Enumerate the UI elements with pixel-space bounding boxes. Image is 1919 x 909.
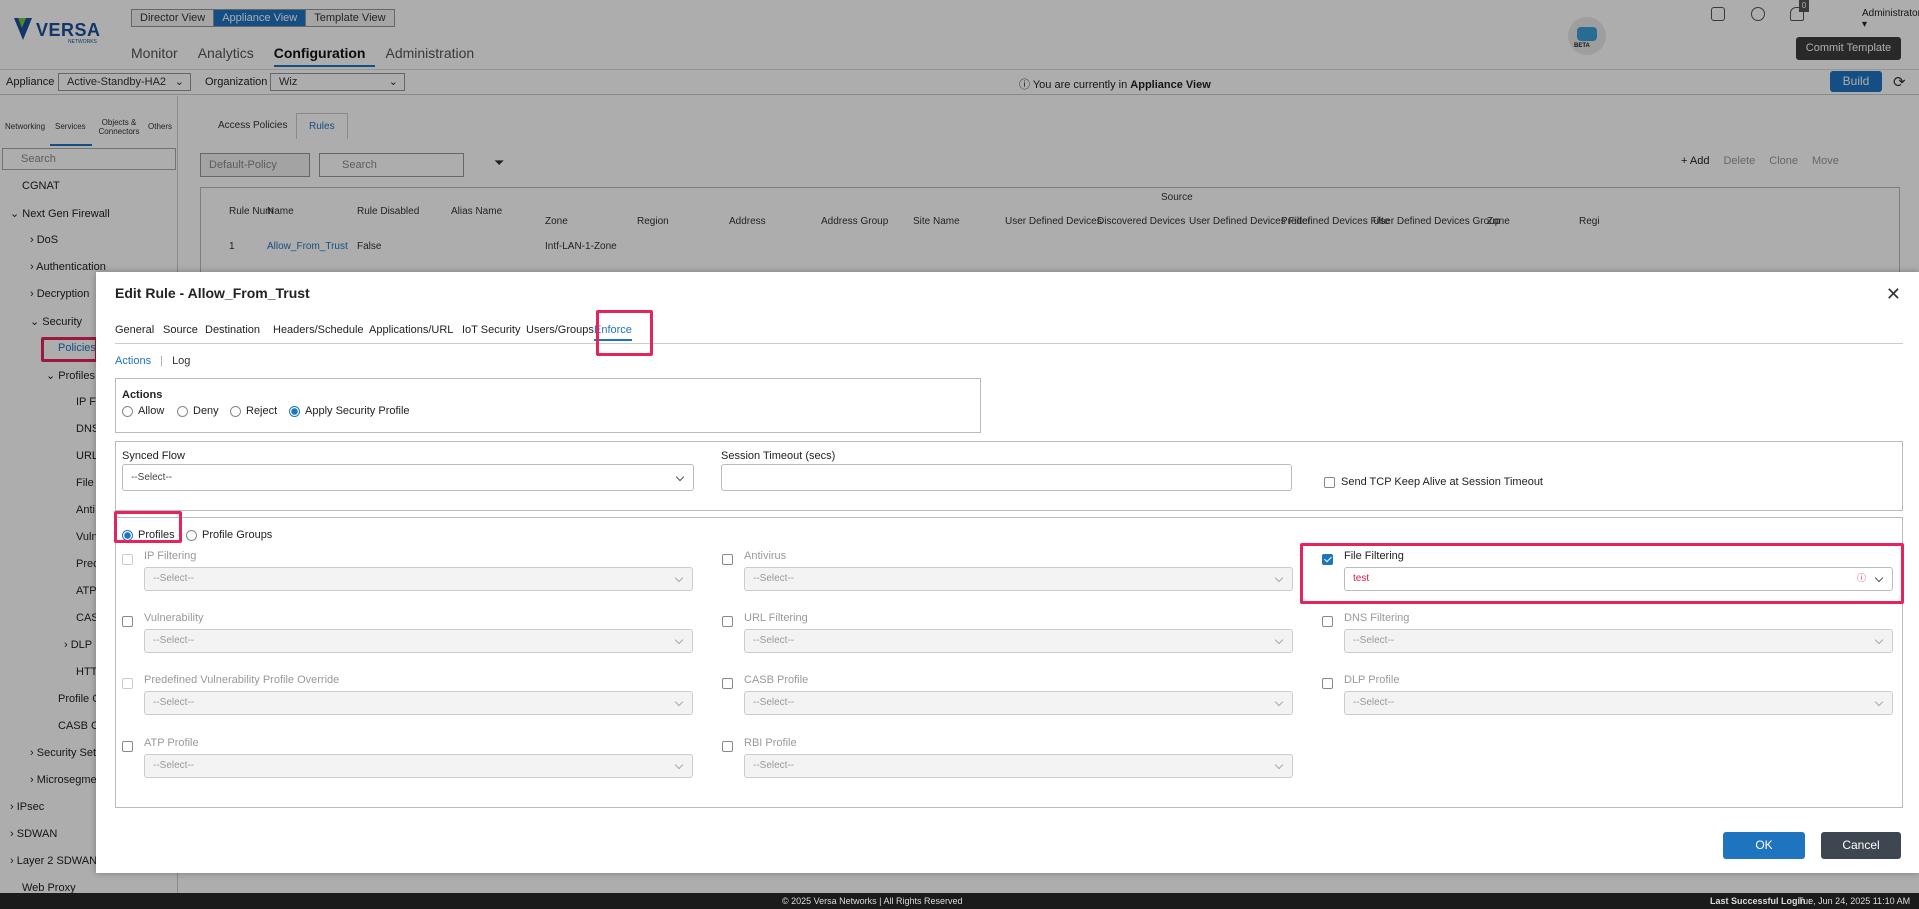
actions-panel: Actions Allow Deny Reject Apply Security… (115, 378, 981, 433)
url-filtering-checkbox[interactable] (722, 616, 733, 627)
predefined-vuln-override-label: Predefined Vulnerability Profile Overrid… (144, 674, 340, 686)
dns-filtering-checkbox[interactable] (1322, 616, 1333, 627)
action-reject-radio[interactable]: Reject (230, 405, 277, 417)
tab-users-groups[interactable]: Users/Groups (526, 324, 594, 336)
synced-flow-label: Synced Flow (122, 450, 185, 462)
rbi-profile-checkbox[interactable] (722, 741, 733, 752)
last-login-value: Tue, Jun 24, 2025 11:10 AM (1798, 896, 1911, 906)
action-allow-radio[interactable]: Allow (122, 405, 164, 417)
casb-profile-select[interactable]: --Select-- (744, 691, 1293, 715)
url-filtering-label: URL Filtering (744, 612, 808, 624)
action-apply-security-profile-radio[interactable]: Apply Security Profile (289, 405, 410, 417)
subtab-actions[interactable]: Actions (115, 355, 151, 367)
rbi-profile-label: RBI Profile (744, 737, 797, 749)
close-icon[interactable]: ✕ (1886, 284, 1901, 305)
edit-rule-modal: Edit Rule - Allow_From_Trust ✕ General S… (96, 272, 1919, 873)
modal-tabs: General Source Destination Headers/Sched… (115, 324, 1903, 344)
url-filtering-select[interactable]: --Select-- (744, 629, 1293, 653)
atp-profile-checkbox[interactable] (122, 741, 133, 752)
dlp-profile-label: DLP Profile (1344, 674, 1400, 686)
session-timeout-label: Session Timeout (secs) (721, 450, 836, 462)
profiles-highlight (114, 511, 182, 543)
modal-title: Edit Rule - Allow_From_Trust (115, 285, 310, 301)
antivirus-checkbox[interactable] (722, 554, 733, 565)
file-filtering-highlight (1300, 543, 1904, 604)
ok-button[interactable]: OK (1723, 832, 1805, 859)
tab-applications-url[interactable]: Applications/URL (369, 324, 453, 336)
tab-destination[interactable]: Destination (205, 324, 260, 336)
predefined-vuln-override-checkbox[interactable] (122, 678, 133, 689)
vulnerability-select[interactable]: --Select-- (144, 629, 693, 653)
predefined-vuln-override-select[interactable]: --Select-- (144, 691, 693, 715)
ip-filtering-label: IP Filtering (144, 550, 197, 562)
tab-general[interactable]: General (115, 324, 154, 336)
cancel-button[interactable]: Cancel (1821, 832, 1901, 859)
action-deny-radio[interactable]: Deny (177, 405, 219, 417)
session-timeout-input[interactable] (721, 464, 1292, 491)
vulnerability-label: Vulnerability (144, 612, 204, 624)
dlp-profile-select[interactable]: --Select-- (1344, 691, 1893, 715)
subtab-log[interactable]: Log (172, 355, 190, 367)
dns-filtering-select[interactable]: --Select-- (1344, 629, 1893, 653)
enforce-highlight (596, 310, 653, 356)
tab-source[interactable]: Source (163, 324, 198, 336)
actions-heading: Actions (122, 389, 163, 401)
atp-profile-select[interactable]: --Select-- (144, 754, 693, 778)
tab-iot-security[interactable]: IoT Security (462, 324, 521, 336)
vulnerability-checkbox[interactable] (122, 616, 133, 627)
profile-groups-radio[interactable]: Profile Groups (186, 529, 272, 541)
dlp-profile-checkbox[interactable] (1322, 678, 1333, 689)
footer: © 2025 Versa Networks | All Rights Reser… (0, 893, 1919, 909)
tcp-keepalive-checkbox[interactable] (1324, 477, 1335, 488)
tab-headers-schedule[interactable]: Headers/Schedule (273, 324, 364, 336)
last-login-label: Last Successful Login : (1710, 896, 1812, 906)
casb-profile-checkbox[interactable] (722, 678, 733, 689)
ip-filtering-checkbox[interactable] (122, 554, 133, 565)
copyright-text: © 2025 Versa Networks | All Rights Reser… (782, 896, 963, 906)
flow-settings-panel: Synced Flow --Select-- Session Timeout (… (115, 441, 1903, 511)
ip-filtering-select[interactable]: --Select-- (144, 567, 693, 591)
casb-profile-label: CASB Profile (744, 674, 809, 686)
tcp-keepalive-label: Send TCP Keep Alive at Session Timeout (1341, 476, 1543, 488)
dns-filtering-label: DNS Filtering (1344, 612, 1410, 624)
synced-flow-select[interactable]: --Select-- (122, 464, 694, 491)
antivirus-label: Antivirus (744, 550, 787, 562)
rbi-profile-select[interactable]: --Select-- (744, 754, 1293, 778)
enforce-subtabs: Actions | Log (115, 355, 191, 367)
antivirus-select[interactable]: --Select-- (744, 567, 1293, 591)
atp-profile-label: ATP Profile (144, 737, 199, 749)
